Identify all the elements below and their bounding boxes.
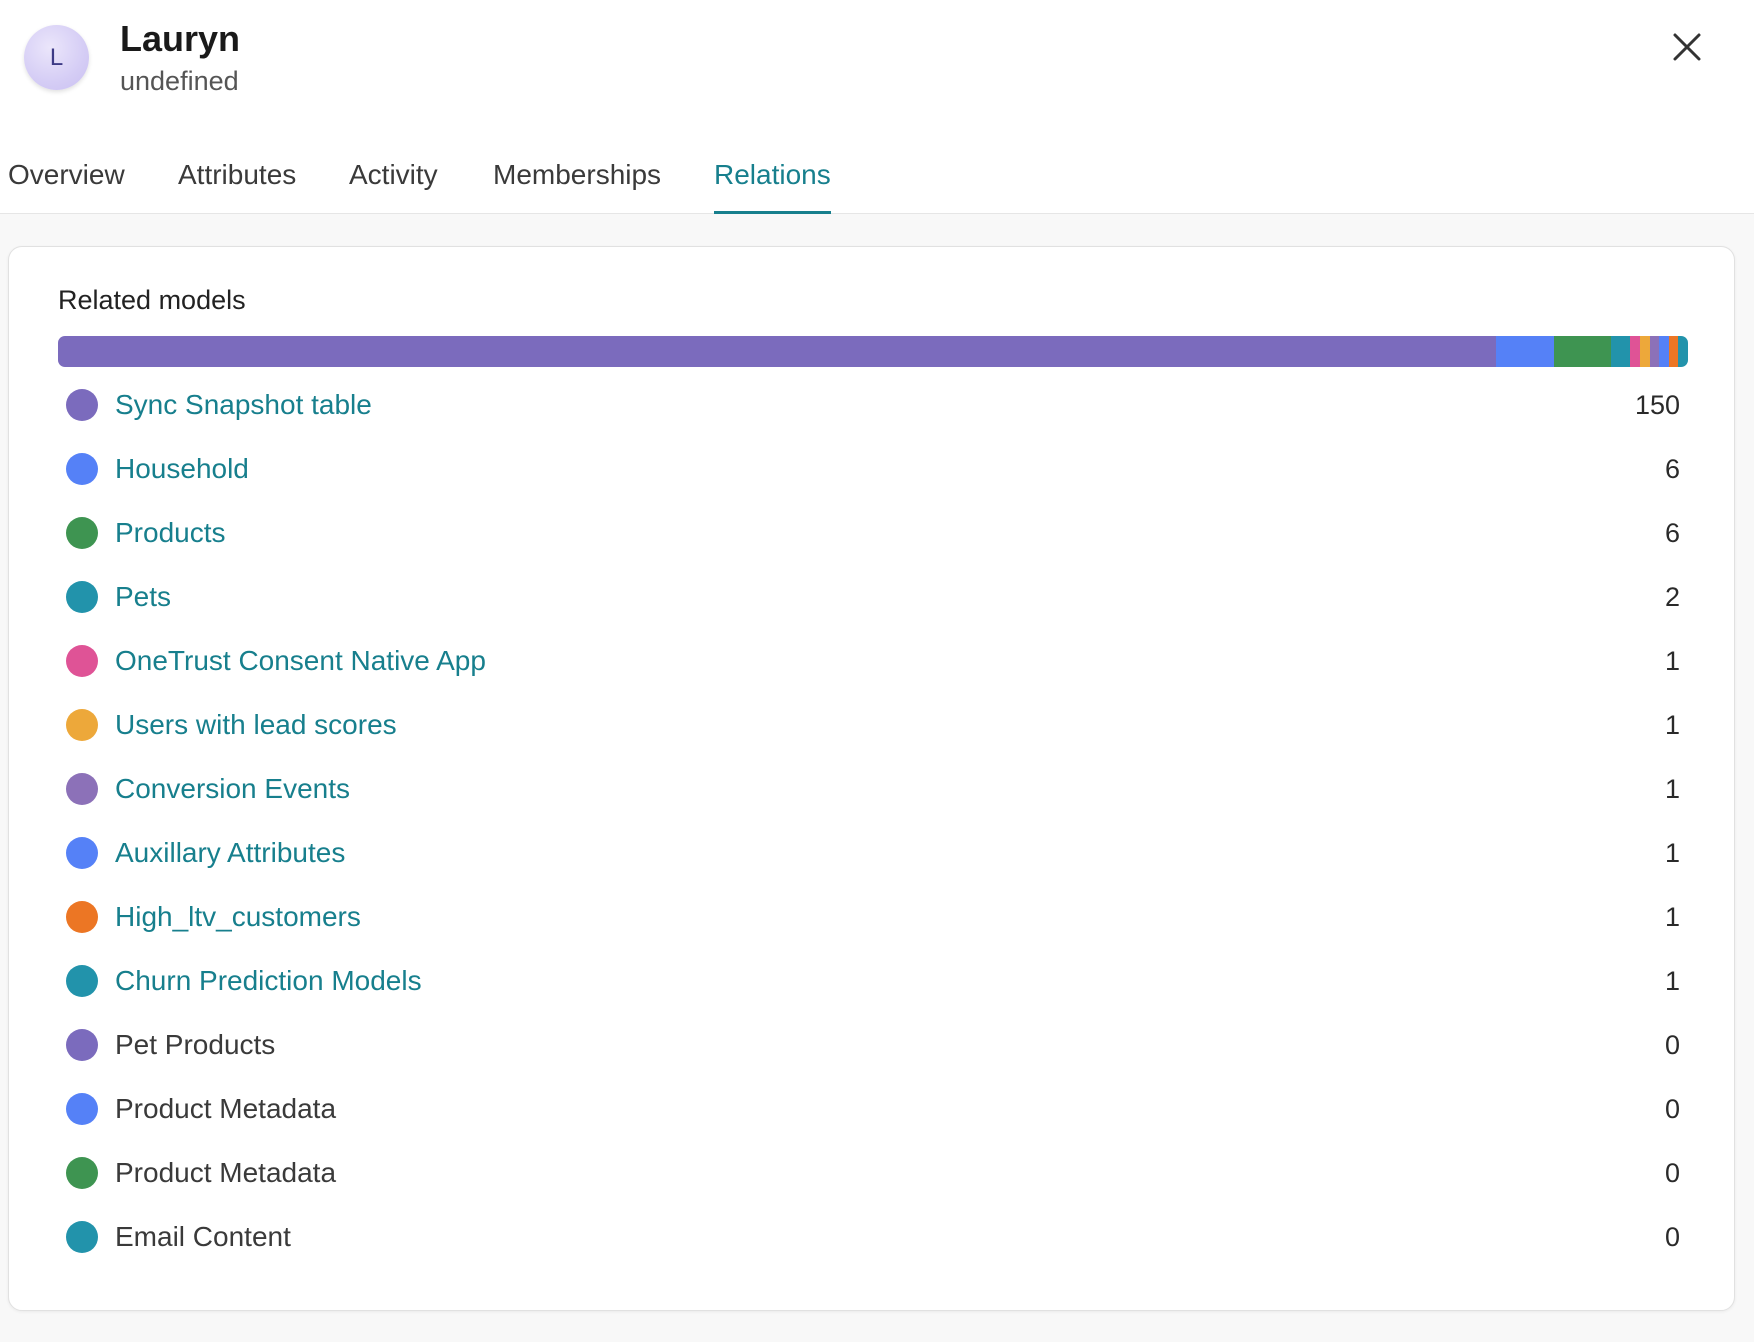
model-color-dot [66,581,98,613]
model-label: Product Metadata [115,1157,337,1188]
model-link[interactable]: Auxillary Attributes [115,837,345,869]
model-color-dot [66,709,98,741]
distribution-segment [1678,336,1688,367]
model-count: 0 [1664,1093,1680,1124]
profile-name: Lauryn [120,18,241,59]
list-item: Pet Products 0 [58,1013,1688,1077]
list-item[interactable]: Auxillary Attributes 1 [58,821,1688,885]
model-color-dot [66,965,98,997]
related-models-distribution-bar [58,336,1688,367]
model-link[interactable]: Household [115,453,249,485]
profile-header: L Lauryn undefined Overview Attributes A… [0,0,1754,214]
model-color-dot [66,1093,98,1125]
tab-attributes[interactable]: Attributes [178,140,296,214]
list-item[interactable]: Products 6 [58,501,1688,565]
model-label: Product Metadata [115,1093,337,1124]
model-link[interactable]: Products [115,517,226,549]
list-item[interactable]: OneTrust Consent Native App 1 [58,629,1688,693]
related-models-card: Related models Sync Snapshot table 150 Hou… [8,246,1735,1311]
model-count: 1 [1664,901,1680,932]
model-count: 2 [1664,581,1680,612]
model-color-dot [66,773,98,805]
model-link[interactable]: Churn Prediction Models [115,965,422,997]
model-count: 6 [1664,453,1680,484]
list-item: Product Metadata 0 [58,1077,1688,1141]
tab-relations[interactable]: Relations [714,140,831,214]
distribution-segment [1496,336,1554,367]
model-count: 1 [1664,837,1680,868]
model-color-dot [66,453,98,485]
model-link[interactable]: Conversion Events [115,773,350,805]
model-color-dot [66,837,98,869]
model-count: 1 [1664,645,1680,676]
distribution-segment [1649,336,1660,367]
profile-subtitle: undefined [120,66,239,96]
model-link[interactable]: Users with lead scores [115,709,397,741]
list-item[interactable]: Users with lead scores 1 [58,693,1688,757]
avatar-initial: L [49,43,64,71]
related-models-list: Sync Snapshot table 150 Household 6 Products… [58,373,1688,1269]
distribution-segment [58,336,1497,367]
model-count: 1 [1664,773,1680,804]
model-color-dot [66,389,98,421]
list-item: Email Content 0 [58,1205,1688,1269]
list-item: Product Metadata 0 [58,1141,1688,1205]
close-icon [1673,33,1701,61]
model-label: Pet Products [115,1029,276,1060]
model-link[interactable]: Sync Snapshot table [115,389,372,421]
card-title: Related models [58,285,246,315]
model-link[interactable]: High_ltv_customers [115,901,361,933]
model-label: Email Content [115,1221,291,1252]
model-color-dot [66,645,98,677]
tab-overview[interactable]: Overview [8,140,125,214]
model-count: 0 [1664,1157,1680,1188]
model-color-dot [66,1221,98,1253]
distribution-segment [1611,336,1631,367]
distribution-segment [1630,336,1641,367]
distribution-segment [1553,336,1612,367]
model-count: 1 [1664,709,1680,740]
avatar: L [24,25,89,90]
model-count: 6 [1664,517,1680,548]
model-count: 1 [1664,965,1680,996]
tab-memberships[interactable]: Memberships [493,140,661,214]
list-item[interactable]: Churn Prediction Models 1 [58,949,1688,1013]
model-color-dot [66,1157,98,1189]
model-color-dot [66,901,98,933]
model-link[interactable]: Pets [115,581,171,613]
distribution-segment [1668,336,1679,367]
distribution-segment [1640,336,1650,367]
model-color-dot [66,1029,98,1061]
list-item[interactable]: High_ltv_customers 1 [58,885,1688,949]
distribution-segment [1659,336,1669,367]
model-count: 0 [1664,1029,1680,1060]
list-item[interactable]: Pets 2 [58,565,1688,629]
model-color-dot [66,517,98,549]
model-link[interactable]: OneTrust Consent Native App [115,645,486,677]
list-item[interactable]: Sync Snapshot table 150 [58,373,1688,437]
list-item[interactable]: Conversion Events 1 [58,757,1688,821]
list-item[interactable]: Household 6 [58,437,1688,501]
tab-activity[interactable]: Activity [349,140,438,214]
model-count: 150 [1634,389,1680,420]
close-button[interactable] [1662,22,1712,72]
model-count: 0 [1664,1221,1680,1252]
